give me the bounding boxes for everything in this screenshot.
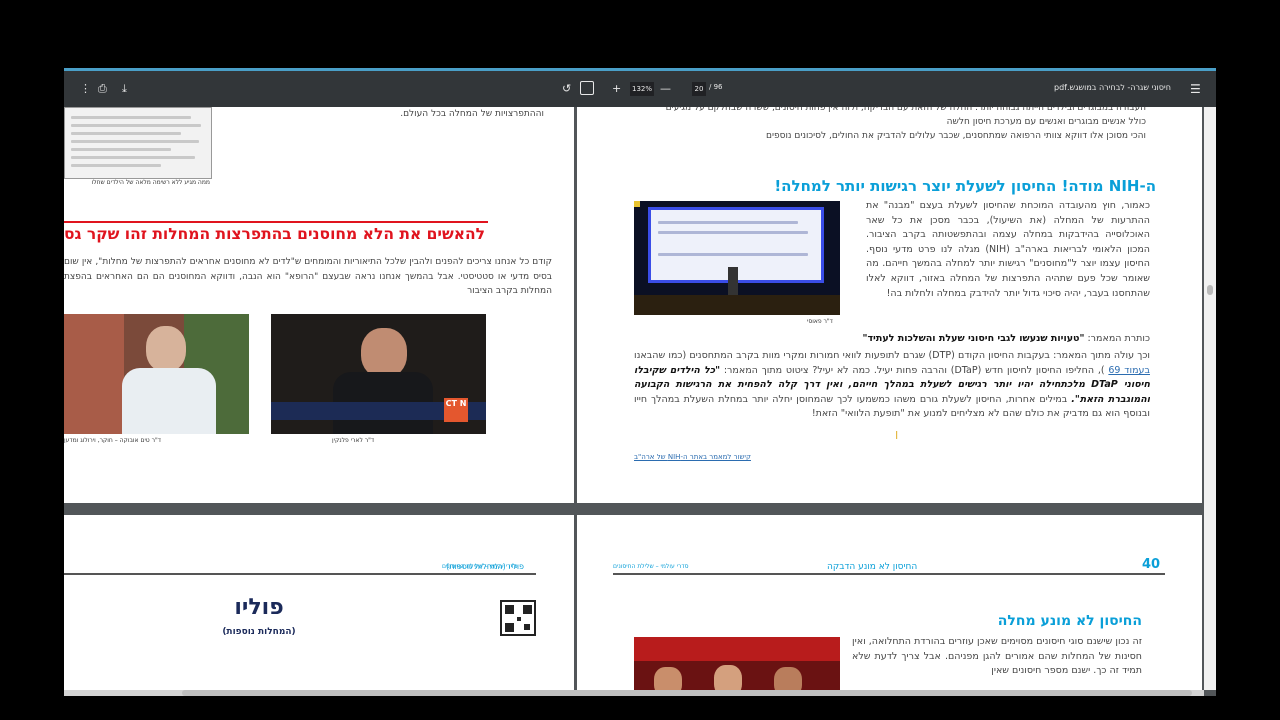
nih-article-link[interactable]: קישור למאמר באתר ה-NIH של ארה"ב	[634, 453, 751, 461]
fit-page-icon[interactable]	[580, 81, 594, 95]
page-bottom-right: 40 החיסון לא מונע הדבקה סדרי עולמי – שלי…	[577, 515, 1202, 690]
page-bottom-left: פוליו (המחלות נוספות) סדרי עולמי – שלילת…	[64, 515, 574, 690]
page-top-line-3: והכי מסוכן אלו דווקא צוותי הרפואה שמתחסנ…	[766, 131, 1146, 141]
page-top-line: וההתפרצויות של המחלה בכל העולם.	[400, 109, 544, 119]
print-icon[interactable]: ⎙	[98, 71, 107, 107]
page-total: / 96	[709, 83, 723, 91]
document-title: חיסוני שגרה- לבחירה במושגש.pdf	[1054, 83, 1171, 92]
running-header-right: סדרי עולמי – שלילת החיסונים	[442, 563, 518, 570]
article-paragraph-part-1: וכך עולה מתוך המאמר: בעקבות החיסון הקודם…	[634, 350, 1150, 361]
page-heading: להאשים את הלא מחוסנים בהתפרצות המחלות זה…	[64, 225, 486, 243]
page-top-line-2: כולל אנשים מבוגרים ואנשים עם מערכת חיסון…	[946, 117, 1146, 127]
text-cursor-icon: I	[895, 429, 899, 442]
photo-interview	[64, 314, 249, 434]
running-header-left: סדרי עולמי – שלילת החיסונים	[613, 563, 689, 570]
article-title-prefix: כותרת המאמר:	[1087, 333, 1150, 344]
vertical-scrollbar-thumb[interactable]	[1207, 285, 1213, 295]
conference-image-caption: ד"ר פאוסי	[807, 318, 833, 325]
article-title-line: כותרת המאמר: "טעויות שנעשו לגבי חיסוני ש…	[863, 333, 1151, 344]
section-heading: ה-NIH מודה! החיסון לשעלת יוצר רגישות יות…	[774, 177, 1156, 195]
article-paragraph: וכך עולה מתוך המאמר: בעקבות החיסון הקודם…	[634, 349, 1150, 439]
page-number: 40	[1142, 557, 1161, 572]
more-vert-icon[interactable]: ⋮	[80, 71, 91, 107]
conference-image	[634, 201, 840, 315]
page-top-right: העבודה במבוגרים ובילדים הייתה גבוהה יותר…	[577, 107, 1202, 503]
page-top-left: וההתפרצויות של המחלה בכל העולם. ממה מגיע…	[64, 107, 574, 503]
section-title: פוליו	[234, 595, 284, 620]
section-heading: החיסון לא מונע מחלה	[997, 613, 1142, 629]
section-paragraph: זה נכון שישנם סוגי חיסונים מסוימים שאכן …	[852, 636, 1142, 677]
horizontal-scrollbar-thumb[interactable]	[182, 690, 1192, 696]
pdf-toolbar: ☰ חיסוני שגרה- לבחירה במושגש.pdf — 132% …	[64, 71, 1216, 107]
vertical-scrollbar[interactable]	[1204, 107, 1216, 690]
page-top-line-1: העבודה במבוגרים ובילדים הייתה גבוהה יותר…	[665, 107, 1146, 113]
rotate-icon[interactable]: ↺	[562, 71, 571, 107]
pdf-pages-area[interactable]: וההתפרצויות של המחלה בכל העולם. ממה מגיע…	[64, 107, 1204, 690]
zoom-out-icon[interactable]: —	[660, 71, 671, 107]
photo-interview-caption: ד"ר טים אובוקה – חוקר, וירולוג ומדען	[64, 437, 162, 444]
intro-paragraph: קודם כל אנחנו צריכים להפנים ולהבין שלכל …	[64, 257, 552, 297]
channel-badge: CT N	[444, 398, 468, 422]
page-number-input[interactable]: 20	[692, 82, 706, 96]
zoom-in-icon[interactable]: +	[612, 71, 621, 107]
zoom-input[interactable]: 132%	[630, 82, 654, 96]
thumbnail-caption: ממה מגיע ללא רשימה מלאה של הילדים שחלו	[91, 179, 210, 186]
qr-code-icon	[500, 600, 536, 636]
download-icon[interactable]: ⤓	[122, 71, 127, 107]
news-image	[634, 637, 840, 690]
horizontal-scrollbar[interactable]	[64, 690, 1204, 696]
section-paragraph: כאמור, חוץ מהעובדה המוכחת שהחיסון לשעלת …	[866, 200, 1150, 299]
menu-icon[interactable]: ☰	[1190, 71, 1201, 107]
pdf-viewer-window: ☰ חיסוני שגרה- לבחירה במושגש.pdf — 132% …	[64, 68, 1216, 696]
section-subtitle: (המחלות נוספות)	[222, 627, 296, 637]
photo-hearing-caption: ד"ר לארי פלנקין	[332, 437, 375, 444]
article-title: "טעויות שנעשו לגבי חיסוני שעלת והשלכות ל…	[862, 333, 1085, 344]
article-paragraph-part-2: ), החליפו החיסון לחיסון חדש (DTaP) והרבה…	[723, 364, 1105, 376]
photo-hearing: CT N	[271, 314, 486, 434]
page-69-link[interactable]: בעמוד 69	[1108, 365, 1150, 376]
article-thumbnail	[64, 107, 212, 179]
header-rule	[613, 573, 1165, 575]
heading-rule	[64, 221, 488, 223]
header-rule	[64, 573, 536, 575]
running-header-right: החיסון לא מונע הדבקה	[827, 562, 918, 572]
